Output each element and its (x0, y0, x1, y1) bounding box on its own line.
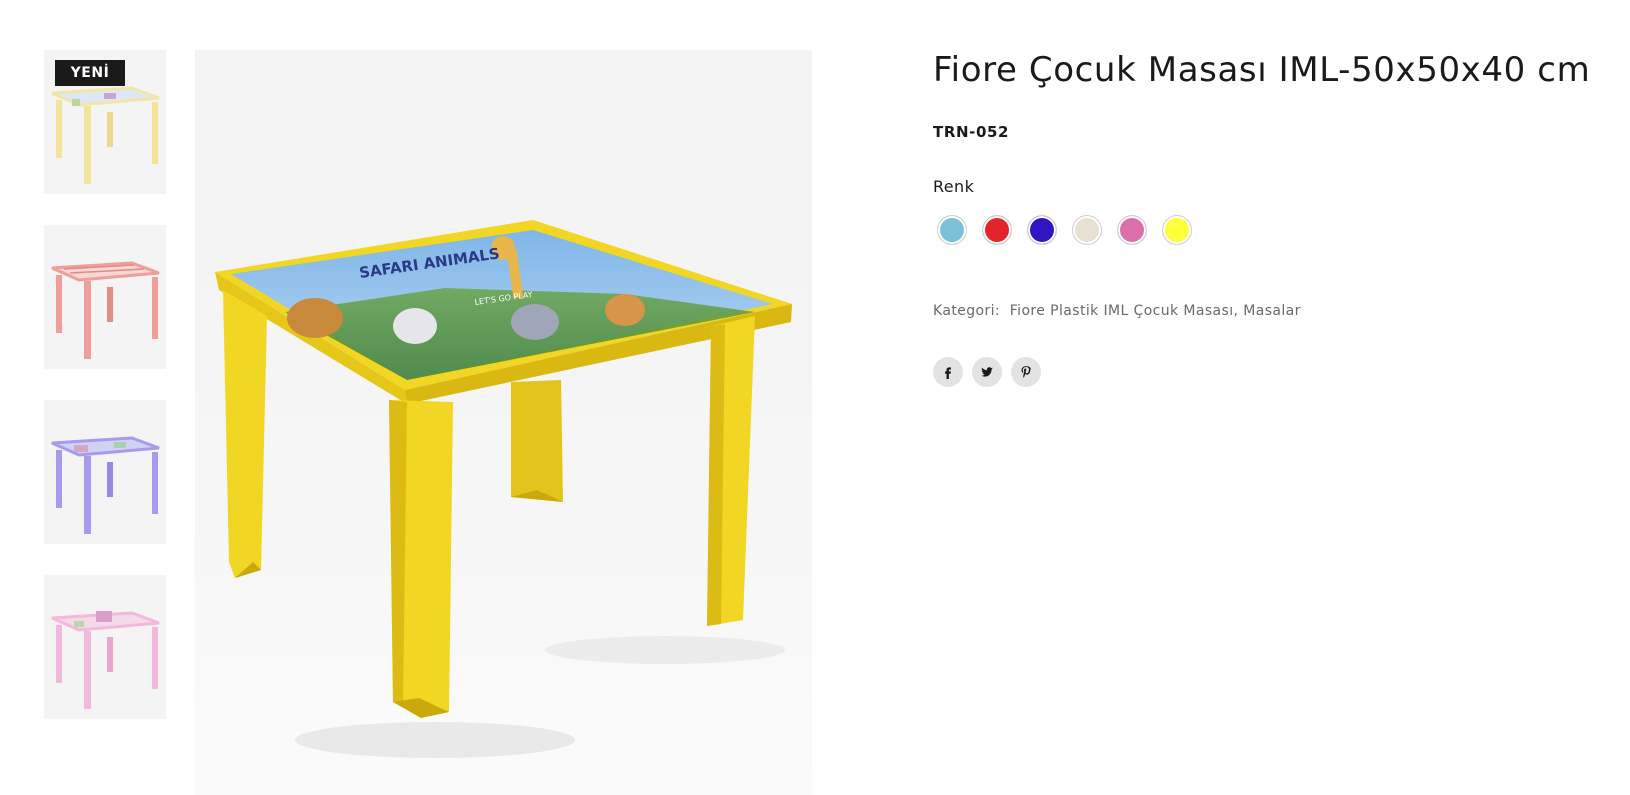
product-page: YENİ SAFARI ANIMALS LET'S GO PLAY Fiore … (0, 0, 1630, 795)
color-swatch-light-blue[interactable] (937, 215, 967, 245)
color-swatch-blue[interactable] (1027, 215, 1057, 245)
category-label: Kategori: (933, 303, 1001, 319)
pinterest-share-button[interactable] (1011, 357, 1041, 387)
color-swatch-pink[interactable] (1117, 215, 1147, 245)
category-link-masalar[interactable]: Masalar (1243, 303, 1301, 319)
main-product-image[interactable]: SAFARI ANIMALS LET'S GO PLAY (195, 50, 812, 795)
thumbnail-pink-image (51, 611, 160, 709)
category-separator: , (1233, 303, 1244, 319)
facebook-icon (945, 367, 951, 379)
thumbnail-purple-image (51, 436, 160, 534)
thumbnail-pink[interactable] (44, 575, 166, 719)
category-line: Kategori: Fiore Plastik IML Çocuk Masası… (933, 303, 1301, 319)
color-swatch-red[interactable] (982, 215, 1012, 245)
color-swatch-cream[interactable] (1072, 215, 1102, 245)
facebook-share-button[interactable] (933, 357, 963, 387)
pinterest-icon (1021, 366, 1031, 378)
category-link-iml[interactable]: Fiore Plastik IML Çocuk Masası (1010, 303, 1234, 319)
product-title: Fiore Çocuk Masası IML-50x50x40 cm (933, 50, 1591, 90)
new-badge: YENİ (55, 60, 125, 86)
color-label: Renk (933, 177, 975, 196)
color-swatch-yellow[interactable] (1162, 215, 1192, 245)
product-sku: TRN-052 (933, 123, 1010, 141)
thumbnail-purple[interactable] (44, 400, 166, 544)
twitter-share-button[interactable] (972, 357, 1002, 387)
product-info: Fiore Çocuk Masası IML-50x50x40 cm TRN-0… (933, 0, 1630, 795)
thumbnail-red[interactable] (44, 225, 166, 369)
table-illustration: SAFARI ANIMALS LET'S GO PLAY (215, 220, 792, 758)
thumbnail-red-image (51, 261, 160, 359)
twitter-icon (981, 367, 993, 377)
